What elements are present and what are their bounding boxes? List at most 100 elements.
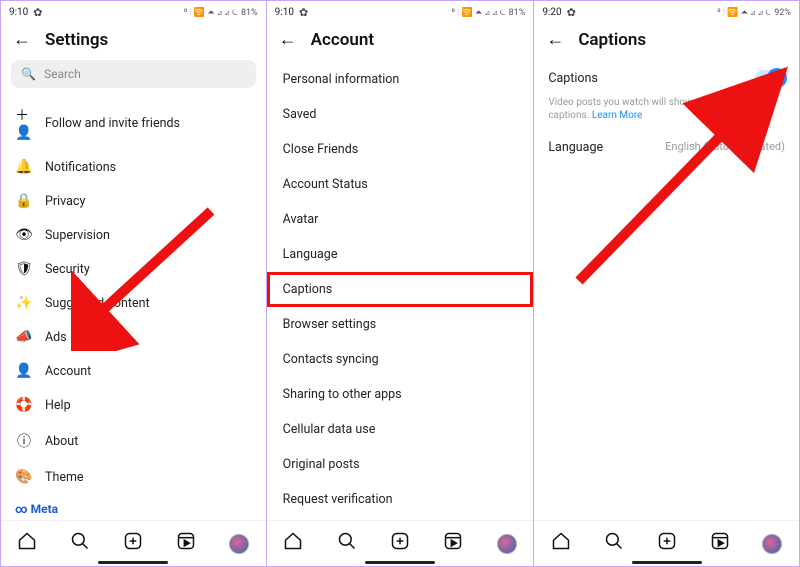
- menu-item-label: Security: [45, 262, 90, 277]
- menu-item-label: Privacy: [45, 194, 85, 209]
- account-item-close-friends[interactable]: Close Friends: [267, 132, 534, 167]
- supervision-icon: 👁: [15, 227, 33, 243]
- bottom-nav: [1, 520, 266, 566]
- nav-indicator: [365, 561, 435, 564]
- settings-item-theme[interactable]: 🎨 Theme: [1, 460, 266, 494]
- panel-captions: 9:20 ✿ ⁰ ⫶ 🛜 ⏶ ◿ ◿ ⏾ 92% ← Captions Capt…: [533, 0, 800, 567]
- account-item-contacts-syncing[interactable]: Contacts syncing: [267, 342, 534, 377]
- security-icon: 🛡: [15, 261, 33, 277]
- header: ← Captions: [534, 21, 799, 60]
- header: ← Account: [267, 21, 534, 60]
- status-icons: ⁰ ⫶ 🛜 ⏶ ◿ ◿ ⏾: [452, 8, 507, 18]
- captions-desc-text: Video posts you watch will show auto-gen…: [548, 97, 762, 121]
- search-input[interactable]: 🔍 Search: [11, 60, 256, 88]
- status-time: 9:20: [542, 7, 561, 18]
- nav-search-icon[interactable]: [337, 531, 357, 556]
- settings-item-notifications[interactable]: 🔔 Notifications: [1, 150, 266, 184]
- nav-add-icon[interactable]: [390, 531, 410, 556]
- nav-home-icon[interactable]: [17, 531, 37, 556]
- learn-more-link[interactable]: Learn More: [592, 110, 643, 121]
- back-arrow-icon[interactable]: ←: [546, 29, 564, 50]
- language-row[interactable]: Language English (auto-generated): [534, 130, 799, 165]
- account-item-personal-information[interactable]: Personal information: [267, 62, 534, 97]
- settings-item-security[interactable]: 🛡 Security: [1, 252, 266, 286]
- nav-profile-avatar[interactable]: [229, 534, 249, 554]
- theme-icon: 🎨: [15, 469, 33, 485]
- captions-toggle-row[interactable]: Captions: [534, 60, 799, 96]
- account-item-account-status[interactable]: Account Status: [267, 167, 534, 202]
- nav-indicator: [98, 561, 168, 564]
- menu-item-label: About: [45, 434, 78, 449]
- settings-item-ads[interactable]: 📣Ads: [1, 320, 266, 354]
- page-title: Captions: [578, 30, 646, 50]
- nav-reels-icon[interactable]: [443, 531, 463, 556]
- settings-menu: ＋👤 Follow and invite friends 🔔 Notification…: [1, 96, 266, 494]
- account-item-request-verification[interactable]: Request verification: [267, 482, 534, 517]
- account-item-saved[interactable]: Saved: [267, 97, 534, 132]
- captions-label: Captions: [548, 71, 598, 86]
- account-item-original-posts[interactable]: Original posts: [267, 447, 534, 482]
- search-icon: 🔍: [21, 67, 36, 81]
- panel-settings: 9:10 ✿ ⁰ ⫶ 🛜 ⏶ ◿ ◿ ⏾ 81% ← Settings 🔍 Se…: [0, 0, 267, 567]
- gear-icon: ✿: [33, 6, 42, 19]
- settings-item-suggested-content[interactable]: ✨Suggested content: [1, 286, 266, 320]
- settings-item-help[interactable]: 🛟 Help: [1, 388, 266, 422]
- nav-home-icon[interactable]: [283, 531, 303, 556]
- nav-profile-avatar[interactable]: [762, 534, 782, 554]
- nav-add-icon[interactable]: [657, 531, 677, 556]
- menu-item-label: Follow and invite friends: [45, 116, 180, 131]
- status-time: 9:10: [9, 7, 28, 18]
- bottom-nav: [534, 520, 799, 566]
- battery-text: 81%: [241, 8, 258, 18]
- notifications-icon: 🔔: [15, 159, 33, 175]
- language-label: Language: [548, 140, 603, 155]
- status-bar: 9:10 ✿ ⁰ ⫶ 🛜 ⏶ ◿ ◿ ⏾ 81%: [267, 1, 534, 21]
- back-arrow-icon[interactable]: ←: [279, 29, 297, 50]
- menu-item-label: Theme: [45, 470, 84, 485]
- settings-item-follow-and-invite-friends[interactable]: ＋👤 Follow and invite friends: [1, 96, 266, 150]
- account-item-captions[interactable]: Captions: [267, 272, 534, 307]
- follow-and-invite-friends-icon: ＋👤: [15, 105, 33, 141]
- settings-item-account[interactable]: 👤Account: [1, 354, 266, 388]
- toggle-knob: [767, 68, 787, 88]
- nav-search-icon[interactable]: [604, 531, 624, 556]
- settings-item-about[interactable]: ⓘAbout: [1, 422, 266, 460]
- nav-reels-icon[interactable]: [176, 531, 196, 556]
- page-title: Account: [311, 30, 374, 50]
- account-item-avatar[interactable]: Avatar: [267, 202, 534, 237]
- settings-item-supervision[interactable]: 👁 Supervision: [1, 218, 266, 252]
- nav-indicator: [632, 561, 702, 564]
- status-bar: 9:20 ✿ ⁰ ⫶ 🛜 ⏶ ◿ ◿ ⏾ 92%: [534, 1, 799, 21]
- account-item-cellular-data-use[interactable]: Cellular data use: [267, 412, 534, 447]
- menu-item-label: Help: [45, 398, 71, 413]
- status-time: 9:10: [275, 7, 294, 18]
- account-item-browser-settings[interactable]: Browser settings: [267, 307, 534, 342]
- gear-icon: ✿: [299, 6, 308, 19]
- bottom-nav: [267, 520, 534, 566]
- captions-toggle[interactable]: [755, 70, 785, 86]
- captions-desc: Video posts you watch will show auto-gen…: [534, 96, 799, 130]
- status-icons: ⁰ ⫶ 🛜 ⏶ ◿ ◿ ⏾: [717, 8, 772, 18]
- meta-logo: ∞ Meta: [15, 502, 252, 516]
- panel-account: 9:10 ✿ ⁰ ⫶ 🛜 ⏶ ◿ ◿ ⏾ 81% ← Account Perso…: [267, 0, 534, 567]
- account-item-language[interactable]: Language: [267, 237, 534, 272]
- settings-item-privacy[interactable]: 🔒Privacy: [1, 184, 266, 218]
- nav-reels-icon[interactable]: [710, 531, 730, 556]
- nav-profile-avatar[interactable]: [497, 534, 517, 554]
- battery-text: 81%: [509, 8, 526, 18]
- status-icons: ⁰ ⫶ 🛜 ⏶ ◿ ◿ ⏾: [184, 8, 239, 18]
- ads-icon: 📣: [15, 329, 33, 345]
- search-placeholder: Search: [44, 67, 81, 81]
- battery-text: 92%: [774, 8, 791, 18]
- menu-item-label: Supervision: [45, 228, 110, 243]
- help-icon: 🛟: [15, 397, 33, 413]
- back-arrow-icon[interactable]: ←: [13, 29, 31, 50]
- nav-add-icon[interactable]: [123, 531, 143, 556]
- nav-search-icon[interactable]: [70, 531, 90, 556]
- menu-item-label: Notifications: [45, 160, 116, 175]
- header: ← Settings: [1, 21, 266, 60]
- account-icon: 👤: [15, 363, 33, 379]
- nav-home-icon[interactable]: [551, 531, 571, 556]
- account-item-sharing-to-other-apps[interactable]: Sharing to other apps: [267, 377, 534, 412]
- status-bar: 9:10 ✿ ⁰ ⫶ 🛜 ⏶ ◿ ◿ ⏾ 81%: [1, 1, 266, 21]
